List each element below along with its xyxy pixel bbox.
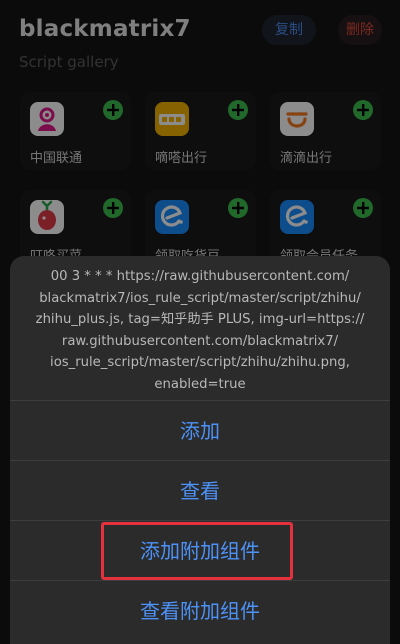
- message-line: blackmatrix7/ios_rule_script/master/scri…: [39, 290, 361, 306]
- message-line: 00 3 * * * https://raw.githubusercontent…: [50, 269, 350, 284]
- message-line: ios_rule_script/master/script/zhihu/zhih…: [50, 355, 350, 370]
- view-addon-widget-action[interactable]: 查看附加组件: [10, 580, 390, 640]
- view-action[interactable]: 查看: [10, 460, 390, 520]
- highlight-box: [101, 522, 293, 580]
- action-sheet-message: 00 3 * * * https://raw.githubusercontent…: [22, 266, 378, 395]
- message-line: enabled=true: [154, 376, 246, 392]
- action-sheet: 00 3 * * * https://raw.githubusercontent…: [10, 256, 390, 644]
- app-screen: blackmatrix7 Script gallery 复制 删除 中国联通 嘀…: [0, 0, 400, 644]
- message-line: raw.githubusercontent.com/blackmatrix7/: [61, 333, 339, 349]
- message-line: zhihu_plus.js, tag=知乎助手 PLUS, img-url=ht…: [35, 312, 365, 327]
- add-action[interactable]: 添加: [10, 400, 390, 460]
